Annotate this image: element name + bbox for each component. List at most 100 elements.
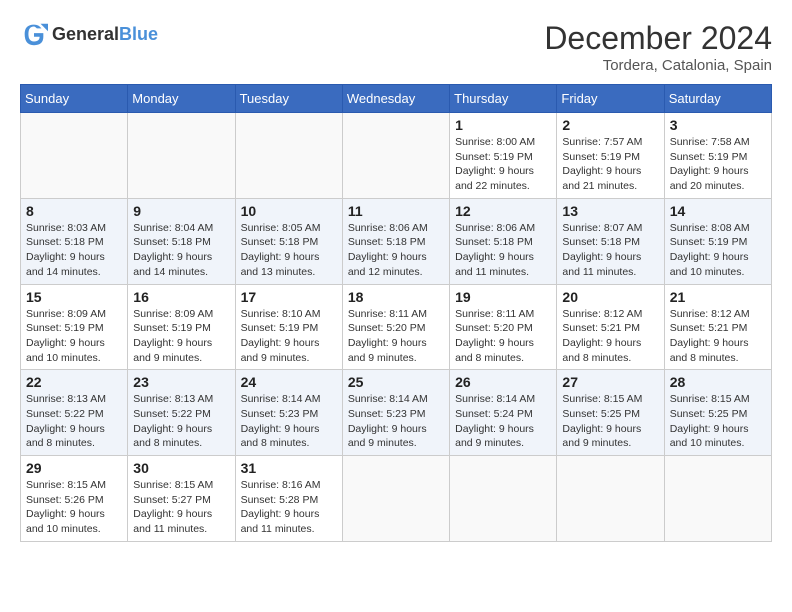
day-info: Sunrise: 8:07 AMSunset: 5:18 PMDaylight:… bbox=[562, 222, 642, 278]
day-info: Sunrise: 8:16 AMSunset: 5:28 PMDaylight:… bbox=[241, 479, 321, 535]
day-info: Sunrise: 8:15 AMSunset: 5:25 PMDaylight:… bbox=[670, 393, 750, 449]
day-info: Sunrise: 8:14 AMSunset: 5:23 PMDaylight:… bbox=[348, 393, 428, 449]
day-number: 30 bbox=[133, 460, 229, 476]
header-tuesday: Tuesday bbox=[235, 85, 342, 113]
day-number: 21 bbox=[670, 289, 766, 305]
table-row: 13 Sunrise: 8:07 AMSunset: 5:18 PMDaylig… bbox=[557, 198, 664, 284]
table-row bbox=[342, 113, 449, 199]
day-info: Sunrise: 8:06 AMSunset: 5:18 PMDaylight:… bbox=[348, 222, 428, 278]
day-number: 17 bbox=[241, 289, 337, 305]
day-info: Sunrise: 7:57 AMSunset: 5:19 PMDaylight:… bbox=[562, 136, 642, 192]
day-number: 2 bbox=[562, 117, 658, 133]
table-row: 20 Sunrise: 8:12 AMSunset: 5:21 PMDaylig… bbox=[557, 284, 664, 370]
day-info: Sunrise: 8:13 AMSunset: 5:22 PMDaylight:… bbox=[26, 393, 106, 449]
day-number: 9 bbox=[133, 203, 229, 219]
day-info: Sunrise: 8:15 AMSunset: 5:26 PMDaylight:… bbox=[26, 479, 106, 535]
day-number: 31 bbox=[241, 460, 337, 476]
table-row: 24 Sunrise: 8:14 AMSunset: 5:23 PMDaylig… bbox=[235, 370, 342, 456]
generalblue-logo-icon bbox=[20, 20, 48, 48]
header-friday: Friday bbox=[557, 85, 664, 113]
day-number: 15 bbox=[26, 289, 122, 305]
table-row bbox=[128, 113, 235, 199]
table-row: 31 Sunrise: 8:16 AMSunset: 5:28 PMDaylig… bbox=[235, 456, 342, 542]
day-number: 8 bbox=[26, 203, 122, 219]
table-row: 19 Sunrise: 8:11 AMSunset: 5:20 PMDaylig… bbox=[450, 284, 557, 370]
day-info: Sunrise: 8:00 AMSunset: 5:19 PMDaylight:… bbox=[455, 136, 535, 192]
header-monday: Monday bbox=[128, 85, 235, 113]
day-info: Sunrise: 8:14 AMSunset: 5:24 PMDaylight:… bbox=[455, 393, 535, 449]
day-info: Sunrise: 8:15 AMSunset: 5:25 PMDaylight:… bbox=[562, 393, 642, 449]
logo: GeneralBlue bbox=[20, 20, 158, 48]
day-number: 16 bbox=[133, 289, 229, 305]
table-row: 23 Sunrise: 8:13 AMSunset: 5:22 PMDaylig… bbox=[128, 370, 235, 456]
day-info: Sunrise: 8:05 AMSunset: 5:18 PMDaylight:… bbox=[241, 222, 321, 278]
day-number: 3 bbox=[670, 117, 766, 133]
day-number: 25 bbox=[348, 374, 444, 390]
day-number: 18 bbox=[348, 289, 444, 305]
table-row bbox=[342, 456, 449, 542]
calendar-table: Sunday Monday Tuesday Wednesday Thursday… bbox=[20, 84, 772, 542]
table-row: 2 Sunrise: 7:57 AMSunset: 5:19 PMDayligh… bbox=[557, 113, 664, 199]
day-info: Sunrise: 8:09 AMSunset: 5:19 PMDaylight:… bbox=[26, 308, 106, 364]
day-info: Sunrise: 8:09 AMSunset: 5:19 PMDaylight:… bbox=[133, 308, 213, 364]
day-info: Sunrise: 8:03 AMSunset: 5:18 PMDaylight:… bbox=[26, 222, 106, 278]
day-info: Sunrise: 8:04 AMSunset: 5:18 PMDaylight:… bbox=[133, 222, 213, 278]
day-number: 20 bbox=[562, 289, 658, 305]
month-title: December 2024 bbox=[544, 20, 772, 57]
table-row: 26 Sunrise: 8:14 AMSunset: 5:24 PMDaylig… bbox=[450, 370, 557, 456]
location-subtitle: Tordera, Catalonia, Spain bbox=[544, 57, 772, 74]
table-row: 1 Sunrise: 8:00 AMSunset: 5:19 PMDayligh… bbox=[450, 113, 557, 199]
table-row: 30 Sunrise: 8:15 AMSunset: 5:27 PMDaylig… bbox=[128, 456, 235, 542]
table-row: 14 Sunrise: 8:08 AMSunset: 5:19 PMDaylig… bbox=[664, 198, 771, 284]
day-number: 19 bbox=[455, 289, 551, 305]
table-row: 12 Sunrise: 8:06 AMSunset: 5:18 PMDaylig… bbox=[450, 198, 557, 284]
table-row: 22 Sunrise: 8:13 AMSunset: 5:22 PMDaylig… bbox=[21, 370, 128, 456]
table-row bbox=[450, 456, 557, 542]
day-info: Sunrise: 8:11 AMSunset: 5:20 PMDaylight:… bbox=[455, 308, 534, 364]
table-row: 28 Sunrise: 8:15 AMSunset: 5:25 PMDaylig… bbox=[664, 370, 771, 456]
day-number: 26 bbox=[455, 374, 551, 390]
day-number: 23 bbox=[133, 374, 229, 390]
day-number: 14 bbox=[670, 203, 766, 219]
table-row: 21 Sunrise: 8:12 AMSunset: 5:21 PMDaylig… bbox=[664, 284, 771, 370]
table-row bbox=[21, 113, 128, 199]
day-number: 12 bbox=[455, 203, 551, 219]
logo-blue: Blue bbox=[119, 24, 158, 44]
table-row bbox=[557, 456, 664, 542]
day-info: Sunrise: 8:08 AMSunset: 5:19 PMDaylight:… bbox=[670, 222, 750, 278]
page-header: GeneralBlue December 2024 Tordera, Catal… bbox=[20, 20, 772, 74]
logo-text: GeneralBlue bbox=[52, 24, 158, 45]
table-row: 27 Sunrise: 8:15 AMSunset: 5:25 PMDaylig… bbox=[557, 370, 664, 456]
day-number: 28 bbox=[670, 374, 766, 390]
day-info: Sunrise: 7:58 AMSunset: 5:19 PMDaylight:… bbox=[670, 136, 750, 192]
day-info: Sunrise: 8:15 AMSunset: 5:27 PMDaylight:… bbox=[133, 479, 213, 535]
day-info: Sunrise: 8:12 AMSunset: 5:21 PMDaylight:… bbox=[670, 308, 750, 364]
table-row: 8 Sunrise: 8:03 AMSunset: 5:18 PMDayligh… bbox=[21, 198, 128, 284]
day-number: 24 bbox=[241, 374, 337, 390]
table-row: 11 Sunrise: 8:06 AMSunset: 5:18 PMDaylig… bbox=[342, 198, 449, 284]
table-row: 25 Sunrise: 8:14 AMSunset: 5:23 PMDaylig… bbox=[342, 370, 449, 456]
table-row bbox=[235, 113, 342, 199]
logo-general: General bbox=[52, 24, 119, 44]
day-info: Sunrise: 8:11 AMSunset: 5:20 PMDaylight:… bbox=[348, 308, 427, 364]
day-number: 13 bbox=[562, 203, 658, 219]
table-row bbox=[664, 456, 771, 542]
day-info: Sunrise: 8:06 AMSunset: 5:18 PMDaylight:… bbox=[455, 222, 535, 278]
day-info: Sunrise: 8:10 AMSunset: 5:19 PMDaylight:… bbox=[241, 308, 321, 364]
header-saturday: Saturday bbox=[664, 85, 771, 113]
day-number: 22 bbox=[26, 374, 122, 390]
table-row: 10 Sunrise: 8:05 AMSunset: 5:18 PMDaylig… bbox=[235, 198, 342, 284]
table-row: 29 Sunrise: 8:15 AMSunset: 5:26 PMDaylig… bbox=[21, 456, 128, 542]
table-row: 3 Sunrise: 7:58 AMSunset: 5:19 PMDayligh… bbox=[664, 113, 771, 199]
day-info: Sunrise: 8:12 AMSunset: 5:21 PMDaylight:… bbox=[562, 308, 642, 364]
day-number: 29 bbox=[26, 460, 122, 476]
header-wednesday: Wednesday bbox=[342, 85, 449, 113]
table-row: 9 Sunrise: 8:04 AMSunset: 5:18 PMDayligh… bbox=[128, 198, 235, 284]
header-sunday: Sunday bbox=[21, 85, 128, 113]
day-info: Sunrise: 8:13 AMSunset: 5:22 PMDaylight:… bbox=[133, 393, 213, 449]
title-block: December 2024 Tordera, Catalonia, Spain bbox=[544, 20, 772, 74]
header-thursday: Thursday bbox=[450, 85, 557, 113]
day-info: Sunrise: 8:14 AMSunset: 5:23 PMDaylight:… bbox=[241, 393, 321, 449]
calendar-header-row: Sunday Monday Tuesday Wednesday Thursday… bbox=[21, 85, 772, 113]
day-number: 11 bbox=[348, 203, 444, 219]
